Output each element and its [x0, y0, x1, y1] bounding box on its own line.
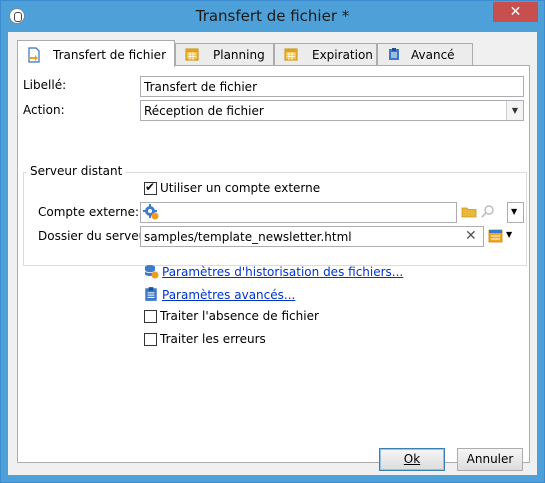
chevron-down-icon[interactable]: ▼ [506, 230, 512, 239]
close-button[interactable]: ✕ [493, 2, 538, 22]
ok-button[interactable]: Ok [379, 448, 445, 471]
external-account-label: Compte externe: [38, 205, 140, 219]
dialog-window: Transfert de fichier * ✕ Transfert de fi… [0, 0, 545, 483]
clear-icon[interactable]: ✕ [465, 228, 477, 244]
use-external-account-label: Utiliser un compte externe [160, 181, 321, 195]
dialog-client-area: Transfert de fichier Planning Expiration [8, 32, 537, 475]
calendar-icon [185, 48, 199, 61]
history-params-link[interactable]: Paramètres d'historisation des fichiers.… [162, 265, 403, 279]
folder-icon[interactable] [461, 204, 477, 220]
advanced-params-link[interactable]: Paramètres avancés... [162, 288, 295, 302]
action-select[interactable]: Réception de fichier ▼ [140, 100, 524, 121]
errors-checkbox[interactable] [144, 333, 157, 346]
errors-label: Traiter les erreurs [160, 332, 266, 346]
tab-label: Transfert de fichier [53, 48, 166, 62]
tab-label: Expiration [312, 48, 373, 62]
libelle-label: Libellé: [23, 78, 67, 92]
action-label: Action: [23, 103, 65, 117]
calendar-icon [284, 48, 298, 61]
window-title: Transfert de fichier * [195, 7, 350, 25]
tab-panel: Libellé: Transfert de fichier Action: Ré… [17, 65, 530, 463]
tab-expiration[interactable]: Expiration [274, 43, 377, 65]
server-folder-value: samples/template_newsletter.html [144, 230, 352, 244]
expression-editor-icon[interactable] [488, 228, 504, 244]
clipboard-icon [389, 48, 399, 60]
search-icon[interactable] [480, 204, 496, 220]
external-account-icon [143, 204, 159, 220]
remote-server-title: Serveur distant [27, 164, 126, 178]
external-account-input[interactable] [140, 202, 457, 223]
tab-label: Avancé [411, 48, 455, 62]
ok-button-label: Ok [403, 452, 421, 466]
tab-label: Planning [213, 48, 265, 62]
libelle-input[interactable]: Transfert de fichier [140, 76, 524, 97]
clipboard-icon [145, 287, 157, 301]
use-external-account-checkbox[interactable] [144, 180, 157, 195]
action-value: Réception de fichier [144, 104, 264, 118]
database-history-icon [144, 265, 159, 279]
chevron-down-icon[interactable]: ▼ [506, 101, 523, 120]
server-folder-input[interactable]: samples/template_newsletter.html ✕ [140, 226, 484, 247]
server-folder-label: Dossier du serveur: [38, 229, 156, 243]
tab-file-transfer[interactable]: Transfert de fichier [17, 40, 175, 67]
external-account-dropdown[interactable]: ▼ [507, 202, 524, 223]
file-transfer-icon [28, 47, 40, 63]
missing-file-label: Traiter l'absence de fichier [160, 309, 319, 323]
cancel-button-label: Annuler [466, 452, 514, 466]
title-bar[interactable]: Transfert de fichier * ✕ [1, 1, 544, 32]
missing-file-checkbox[interactable] [144, 310, 157, 323]
tab-planning[interactable]: Planning [175, 43, 274, 65]
tab-avance[interactable]: Avancé [377, 43, 473, 65]
chevron-down-icon: ▼ [511, 207, 518, 216]
libelle-value: Transfert de fichier [144, 80, 257, 94]
cancel-button[interactable]: Annuler [457, 448, 523, 471]
